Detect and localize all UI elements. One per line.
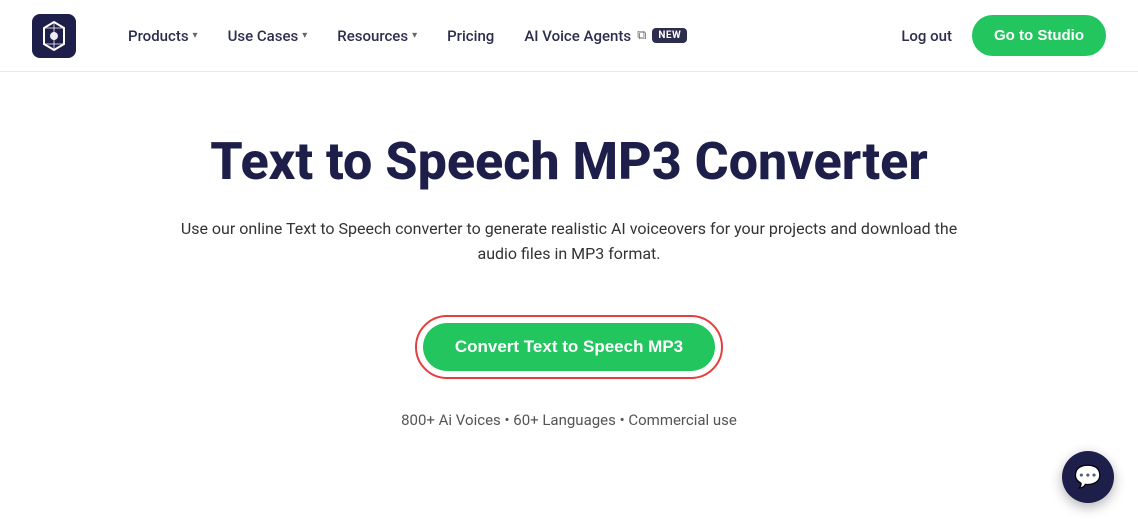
nav-item-resources[interactable]: Resources ▾ [325,19,429,53]
nav-item-ai-voice-agents[interactable]: AI Voice Agents ⧉ NEW [512,19,699,53]
chat-icon: 💬 [1074,465,1101,490]
nav-item-use-cases[interactable]: Use Cases ▾ [216,19,320,53]
navbar-actions: Log out Go to Studio [897,15,1106,56]
external-link-icon: ⧉ [637,28,646,43]
goto-studio-button[interactable]: Go to Studio [972,15,1106,56]
nav-item-pricing[interactable]: Pricing [435,19,506,53]
main-content: Text to Speech MP3 Converter Use our onl… [0,72,1138,469]
logout-button[interactable]: Log out [897,19,956,53]
nav-item-products[interactable]: Products ▾ [116,19,210,53]
resources-chevron-icon: ▾ [412,30,417,41]
chat-widget[interactable]: 💬 [1062,451,1114,503]
use-cases-chevron-icon: ▾ [302,30,307,41]
nav-menu: Products ▾ Use Cases ▾ Resources ▾ Prici… [116,19,897,53]
cta-wrapper: Convert Text to Speech MP3 [415,315,723,379]
products-chevron-icon: ▾ [193,30,198,41]
features-text: 800+ Ai Voices • 60+ Languages • Commerc… [401,411,737,429]
convert-cta-button[interactable]: Convert Text to Speech MP3 [423,323,715,371]
hero-subtitle: Use our online Text to Speech converter … [179,216,959,267]
navbar: Products ▾ Use Cases ▾ Resources ▾ Prici… [0,0,1138,72]
new-badge: NEW [652,28,687,43]
logo[interactable] [32,14,76,58]
hero-title: Text to Speech MP3 Converter [210,132,928,192]
